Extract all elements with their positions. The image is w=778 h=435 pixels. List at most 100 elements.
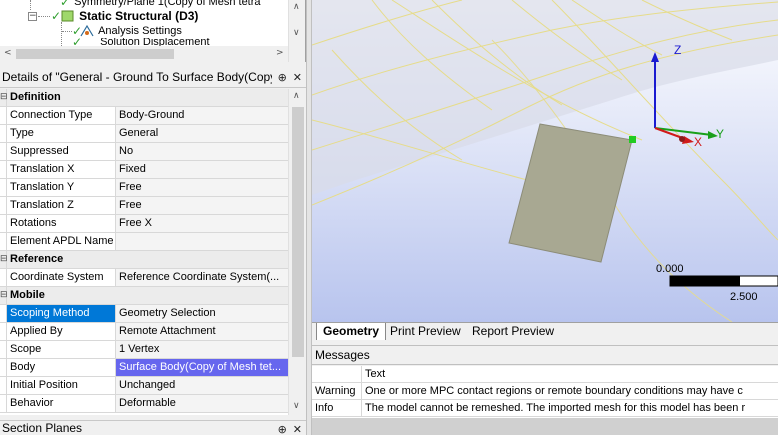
axis-z-label: Z: [674, 43, 681, 57]
property-value[interactable]: Geometry Selection: [116, 305, 288, 322]
property-name: Applied By: [7, 323, 116, 340]
property-row[interactable]: Scope 1 Vertex: [0, 341, 288, 359]
collapse-icon[interactable]: −: [28, 11, 37, 21]
property-value[interactable]: Deformable: [116, 395, 288, 412]
viewport-tabs: Geometry Print Preview Report Preview: [312, 322, 778, 340]
tree-vertical-scrollbar[interactable]: ∧ ∨: [288, 0, 305, 62]
geometry-viewport[interactable]: Z Y X 0.000 2.500: [312, 0, 778, 322]
outline-tree: ✓ Symmetry/Plane 1(Copy of Mesh tetra − …: [0, 0, 306, 62]
property-name: Scoping Method: [7, 305, 116, 322]
property-row[interactable]: Connection Type Body-Ground: [0, 107, 288, 125]
scale-end-label: 2.500: [730, 291, 758, 303]
message-row[interactable]: Info The model cannot be remeshed. The i…: [312, 400, 778, 417]
property-row[interactable]: Translation Z Free: [0, 197, 288, 215]
property-row[interactable]: Scoping Method Geometry Selection: [0, 305, 288, 323]
messages-table: Text Warning One or more MPC contact reg…: [312, 366, 778, 418]
scroll-left-icon[interactable]: <: [4, 48, 12, 58]
scroll-up-icon[interactable]: ∧: [293, 2, 300, 12]
scroll-up-icon[interactable]: ∧: [293, 91, 300, 101]
scroll-right-icon[interactable]: >: [276, 48, 284, 58]
tree-item-label: Symmetry/Plane 1(Copy of Mesh tetra: [74, 0, 261, 8]
property-value[interactable]: Unchanged: [116, 377, 288, 394]
message-text: One or more MPC contact regions or remot…: [365, 385, 743, 397]
property-value[interactable]: Surface Body(Copy of Mesh tet...: [116, 359, 288, 376]
property-value[interactable]: Remote Attachment: [116, 323, 288, 340]
property-value[interactable]: Reference Coordinate System(...: [116, 269, 288, 286]
property-row[interactable]: Behavior Deformable: [0, 395, 288, 413]
tree-item-solution[interactable]: ✓ Solution Displacement: [72, 38, 210, 46]
property-value[interactable]: Free X: [116, 215, 288, 232]
scroll-down-icon[interactable]: ∨: [293, 401, 300, 411]
tree-item-analysis-settings[interactable]: ✓ Analysis Settings: [62, 23, 182, 39]
group-mobile[interactable]: ⊟ Mobile: [0, 287, 288, 305]
scroll-down-icon[interactable]: ∨: [293, 28, 300, 38]
property-name: Translation Y: [7, 179, 116, 196]
property-row[interactable]: Applied By Remote Attachment: [0, 323, 288, 341]
property-row[interactable]: Initial Position Unchanged: [0, 377, 288, 395]
property-value[interactable]: Free: [116, 179, 288, 196]
property-name: Type: [7, 125, 116, 142]
scale-bar: [669, 275, 778, 287]
pin-icon[interactable]: ⊕: [278, 422, 287, 435]
property-name: Translation Z: [7, 197, 116, 214]
collapse-icon[interactable]: ⊟: [0, 291, 8, 300]
static-structural-icon: [61, 10, 74, 22]
analysis-settings-icon: [80, 24, 94, 37]
property-row[interactable]: Coordinate System Reference Coordinate Sy…: [0, 269, 288, 287]
collapse-icon[interactable]: ⊟: [0, 255, 8, 264]
property-value[interactable]: General: [116, 125, 288, 142]
messages-footer: [312, 418, 778, 435]
property-row[interactable]: Type General: [0, 125, 288, 143]
collapse-icon[interactable]: ⊟: [0, 93, 8, 102]
group-reference[interactable]: ⊟ Reference: [0, 251, 288, 269]
scroll-thumb[interactable]: [292, 107, 304, 357]
property-name: Scope: [7, 341, 116, 358]
property-name: Element APDL Name: [7, 233, 116, 250]
message-text: The model cannot be remeshed. The import…: [365, 402, 746, 414]
tree-item-label: Analysis Settings: [98, 25, 182, 37]
property-name: Connection Type: [7, 107, 116, 124]
tab-report-preview[interactable]: Report Preview: [466, 323, 560, 340]
tree-item-label: Solution Displacement: [100, 38, 210, 46]
text-column-header[interactable]: Text: [362, 366, 778, 382]
selected-vertex[interactable]: [629, 136, 636, 143]
property-value[interactable]: Fixed: [116, 161, 288, 178]
message-type: Warning: [312, 383, 362, 399]
property-row[interactable]: Body Surface Body(Copy of Mesh tet...: [0, 359, 288, 377]
property-row[interactable]: Element APDL Name: [0, 233, 288, 251]
group-definition[interactable]: ⊟ Definition: [0, 89, 288, 107]
tab-geometry[interactable]: Geometry: [316, 323, 387, 340]
property-name: Translation X: [7, 161, 116, 178]
property-value[interactable]: [116, 233, 288, 250]
details-title: Details of "General - Ground To Surface …: [2, 69, 272, 84]
check-icon: ✓: [72, 38, 83, 46]
property-name: Body: [7, 359, 116, 376]
close-icon[interactable]: ✕: [293, 422, 302, 435]
tree-horizontal-scrollbar[interactable]: < >: [0, 46, 289, 62]
axis-x-label: X: [694, 135, 702, 149]
tree-item-label: Static Structural (D3): [79, 9, 199, 23]
section-planes-title: Section Planes: [2, 421, 83, 435]
property-value[interactable]: Free: [116, 197, 288, 214]
details-vertical-scrollbar[interactable]: ∧ ∨: [288, 89, 306, 415]
property-name: Suppressed: [7, 143, 116, 160]
tab-print-preview[interactable]: Print Preview: [384, 323, 467, 340]
messages-column-header: Text: [312, 366, 778, 383]
property-row[interactable]: Suppressed No: [0, 143, 288, 161]
tree-item-static-structural[interactable]: − ✓ Static Structural (D3): [28, 8, 198, 24]
property-row[interactable]: Translation X Fixed: [0, 161, 288, 179]
property-name: Coordinate System: [7, 269, 116, 286]
close-icon[interactable]: ✕: [293, 71, 302, 84]
scroll-thumb[interactable]: [16, 49, 174, 59]
pin-icon[interactable]: ⊕: [278, 71, 287, 84]
property-value[interactable]: No: [116, 143, 288, 160]
message-row[interactable]: Warning One or more MPC contact regions …: [312, 383, 778, 400]
property-row[interactable]: Translation Y Free: [0, 179, 288, 197]
property-value[interactable]: 1 Vertex: [116, 341, 288, 358]
viewport-canvas[interactable]: Z Y X 0.000 2.500: [312, 0, 778, 322]
property-value[interactable]: Body-Ground: [116, 107, 288, 124]
property-name: Initial Position: [7, 377, 116, 394]
details-grid: ⊟ Definition Connection Type Body-Ground …: [0, 89, 288, 415]
property-row[interactable]: Rotations Free X: [0, 215, 288, 233]
property-name: Rotations: [7, 215, 116, 232]
